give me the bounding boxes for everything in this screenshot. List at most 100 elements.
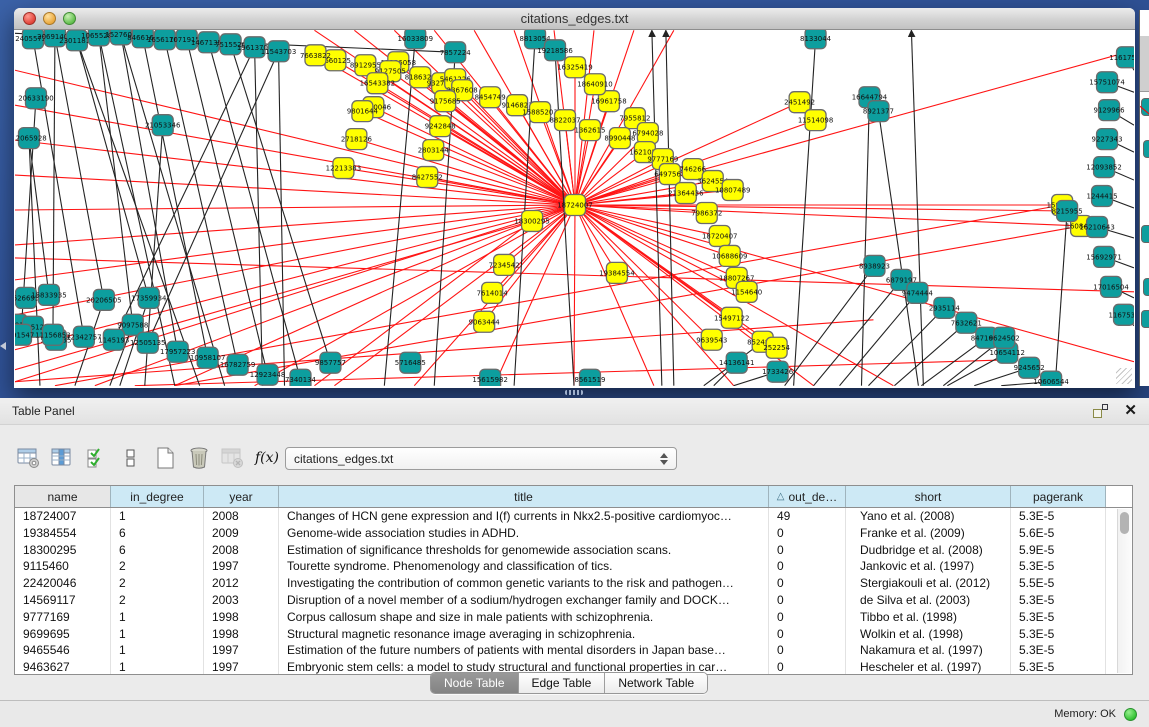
column-header-outde[interactable]: △out_de… bbox=[769, 486, 846, 507]
table-cell: 22420046 bbox=[15, 575, 111, 592]
node-label: 1362615 bbox=[574, 127, 605, 135]
node-label: 18300295 bbox=[514, 217, 549, 225]
graph-node[interactable]: 15751074 bbox=[1089, 72, 1125, 93]
select-rows-icon[interactable] bbox=[82, 444, 112, 472]
row-height-icon[interactable] bbox=[116, 444, 146, 472]
graph-node[interactable]: 2803144 bbox=[418, 140, 450, 161]
graph-node[interactable]: 11617534 bbox=[1109, 47, 1134, 68]
table-cell: Tourette syndrome. Phenomenology and cla… bbox=[279, 558, 769, 575]
graph-node[interactable]: 9227343 bbox=[1092, 129, 1123, 150]
window-resize-grip[interactable] bbox=[1116, 368, 1132, 384]
table-panel-title: Table Panel bbox=[12, 404, 75, 418]
memory-status-dot[interactable] bbox=[1124, 708, 1137, 721]
delete-table-icon bbox=[218, 444, 248, 472]
table-cell: 19384554 bbox=[15, 525, 111, 542]
node-label: 7340134 bbox=[285, 376, 317, 384]
hide-panel-arrow[interactable] bbox=[0, 342, 6, 350]
graph-node[interactable]: 10688609 bbox=[712, 245, 747, 266]
graph-node[interactable]: 21364436 bbox=[668, 183, 703, 204]
function-builder-icon[interactable]: f(x) bbox=[252, 444, 282, 472]
graph-node[interactable]: 9857757 bbox=[315, 352, 346, 373]
table-row[interactable]: 1872400712008Changes of HCN gene express… bbox=[15, 508, 1132, 525]
graph-node[interactable]: 17016504 bbox=[1093, 276, 1129, 297]
graph-node[interactable]: 20206505 bbox=[86, 289, 121, 310]
table-cell: 0 bbox=[769, 575, 846, 592]
graph-node[interactable]: 9129966 bbox=[1094, 100, 1125, 121]
column-header-name[interactable]: name bbox=[15, 486, 111, 507]
graph-node[interactable]: 15692971 bbox=[1086, 246, 1121, 267]
graph-node[interactable]: 9245652 bbox=[1014, 357, 1045, 378]
table-row[interactable]: 2242004622012Investigating the contribut… bbox=[15, 575, 1132, 592]
table-selector-dropdown[interactable]: citations_edges.txt bbox=[285, 447, 677, 470]
show-columns-icon[interactable] bbox=[48, 444, 78, 472]
column-header-short[interactable]: short bbox=[846, 486, 1011, 507]
node-label: 8921377 bbox=[863, 108, 894, 116]
graph-node[interactable]: 12065928 bbox=[15, 128, 47, 149]
graph-node[interactable]: 7340134 bbox=[285, 369, 317, 386]
graph-node[interactable]: 12213383 bbox=[326, 158, 361, 179]
node-label: 9063444 bbox=[469, 318, 501, 326]
table-row[interactable]: 969969511998Structural magnetic resonanc… bbox=[15, 626, 1132, 643]
table-cell: 5.3E-5 bbox=[1011, 558, 1106, 575]
table-scrollbar[interactable] bbox=[1117, 509, 1131, 673]
new-column-icon[interactable] bbox=[150, 444, 180, 472]
node-label: 8822037 bbox=[549, 117, 580, 125]
tab-network-table[interactable]: Network Table bbox=[604, 673, 707, 693]
graph-node[interactable]: 2718126 bbox=[341, 129, 372, 150]
graph-node[interactable]: 8938923 bbox=[859, 255, 890, 276]
table-row[interactable]: 911546021997Tourette syndrome. Phenomeno… bbox=[15, 558, 1132, 575]
node-label: 9639543 bbox=[696, 336, 727, 344]
split-pane-divider[interactable] bbox=[565, 390, 583, 395]
column-header-pagerank[interactable]: pagerank bbox=[1011, 486, 1106, 507]
table-cell: 9777169 bbox=[15, 609, 111, 626]
graph-node[interactable]: 1733426 bbox=[762, 361, 793, 382]
tab-edge-table[interactable]: Edge Table bbox=[518, 673, 605, 693]
table-row[interactable]: 946554611997Estimation of the future num… bbox=[15, 642, 1132, 659]
graph-node[interactable]: 12093852 bbox=[1086, 157, 1121, 178]
graph-node[interactable]: 1244415 bbox=[1087, 186, 1118, 207]
table-cell: Dudbridge et al. (2008) bbox=[846, 542, 1011, 559]
graph-node[interactable]: 20633190 bbox=[18, 88, 53, 109]
graph-node[interactable]: 15615982 bbox=[472, 369, 507, 386]
table-cell: 49 bbox=[769, 508, 846, 525]
node-label: 10654112 bbox=[989, 349, 1024, 357]
table-toolbar: f(x) citations_edges.txt bbox=[14, 442, 286, 474]
table-cell: 1 bbox=[111, 609, 204, 626]
graph-node[interactable]: 8427552 bbox=[412, 167, 443, 188]
scrollbar-thumb[interactable] bbox=[1120, 512, 1129, 534]
graph-node[interactable]: 7857224 bbox=[440, 42, 472, 63]
node-label: 16782759 bbox=[220, 361, 255, 369]
close-panel-icon[interactable]: ✕ bbox=[1124, 404, 1137, 418]
table-cell: 6 bbox=[111, 542, 204, 559]
graph-node[interactable]: 1167533 bbox=[1108, 304, 1134, 325]
table-cell: Estimation of the future numbers of pati… bbox=[279, 642, 769, 659]
graph-node[interactable]: 16033809 bbox=[398, 30, 433, 49]
network-graph: 1872400718300295193845549660125766382289… bbox=[15, 30, 1134, 386]
graph-node[interactable]: 8133044 bbox=[800, 30, 832, 49]
table-row[interactable]: 1830029562008Estimation of significance … bbox=[15, 542, 1132, 559]
graph-node[interactable]: 391547 bbox=[15, 324, 34, 345]
graph-node[interactable]: 7986372 bbox=[691, 203, 722, 224]
graph-node[interactable]: 5716485 bbox=[395, 352, 426, 373]
float-panel-icon[interactable] bbox=[1093, 404, 1108, 418]
tab-node-table[interactable]: Node Table bbox=[431, 673, 518, 693]
graph-node[interactable]: 252254 bbox=[763, 337, 790, 358]
graph-node[interactable]: 19384554 bbox=[599, 262, 635, 283]
column-header-title[interactable]: title bbox=[279, 486, 769, 507]
window-titlebar[interactable]: citations_edges.txt bbox=[14, 8, 1135, 30]
table-cell: 0 bbox=[769, 659, 846, 675]
table-settings-icon[interactable] bbox=[14, 444, 44, 472]
node-label: 2718126 bbox=[341, 136, 372, 144]
graph-node[interactable]: 18720407 bbox=[702, 225, 737, 246]
table-row[interactable]: 977716911998Corpus callosum shape and si… bbox=[15, 609, 1132, 626]
table-cell: Yano et al. (2008) bbox=[846, 508, 1011, 525]
node-label: 12342757 bbox=[66, 333, 101, 341]
table-row[interactable]: 1456911722003Disruption of a novel membe… bbox=[15, 592, 1132, 609]
delete-columns-icon[interactable] bbox=[184, 444, 214, 472]
table-row[interactable]: 1938455462009Genome-wide association stu… bbox=[15, 525, 1132, 542]
column-header-year[interactable]: year bbox=[204, 486, 279, 507]
column-header-indegree[interactable]: in_degree bbox=[111, 486, 204, 507]
node-table: namein_degreeyeartitle△out_de…shortpager… bbox=[14, 485, 1133, 675]
node-label: 15885203 bbox=[522, 109, 557, 117]
network-canvas[interactable]: 1872400718300295193845549660125766382289… bbox=[15, 30, 1134, 386]
